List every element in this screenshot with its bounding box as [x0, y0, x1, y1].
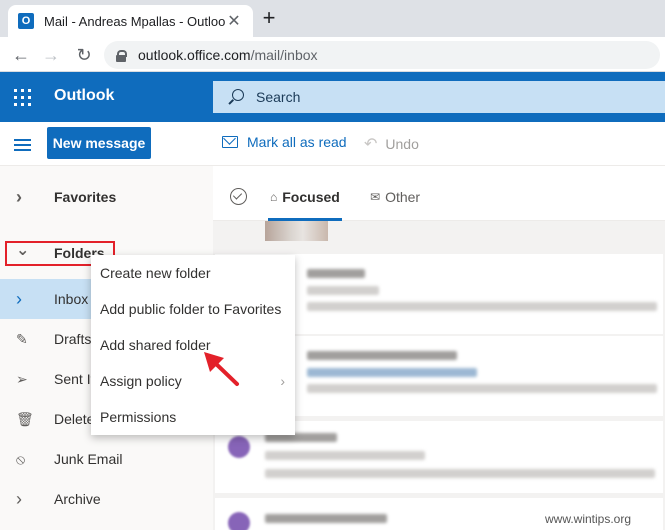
nav-junk[interactable]: ⦸ Junk Email — [0, 439, 213, 479]
close-tab-icon[interactable]: ✕ — [225, 11, 243, 31]
nav-sent-label: Sent It — [54, 371, 95, 387]
select-all-check-icon[interactable] — [230, 188, 247, 205]
search-input[interactable]: Search — [213, 81, 665, 113]
watermark: www.wintips.org — [545, 512, 632, 526]
undo-label: Undo — [385, 136, 419, 152]
address-bar-row: ← → ↻ outlook.office.com/mail/inbox — [0, 37, 665, 72]
nav-favorites[interactable]: › Favorites — [0, 177, 213, 217]
menu-item-add-shared-folder[interactable]: Add shared folder — [91, 327, 295, 363]
nav-archive-label: Archive — [54, 491, 101, 507]
lock-icon — [116, 49, 127, 62]
mark-all-read-label: Mark all as read — [247, 134, 347, 150]
chevron-right-icon: › — [16, 488, 22, 509]
tab-other[interactable]: ✉ Other — [370, 189, 420, 205]
new-message-button[interactable]: New message — [47, 127, 151, 159]
undo-icon: ↶ — [364, 136, 378, 153]
url-field[interactable]: outlook.office.com/mail/inbox — [104, 41, 660, 69]
new-tab-icon[interactable]: + — [258, 7, 280, 29]
undo-button[interactable]: ↶ Undo — [364, 134, 419, 154]
message-thumbnail — [265, 221, 328, 241]
nav-archive[interactable]: › Archive — [0, 479, 213, 519]
nav-favorites-label: Favorites — [54, 189, 117, 205]
send-icon: ➢ — [16, 370, 28, 387]
browser-tab[interactable]: O Mail - Andreas Mpallas - Outlook ✕ — [8, 5, 253, 37]
nav-junk-label: Junk Email — [54, 451, 123, 467]
forward-arrow-icon[interactable]: → — [40, 44, 62, 66]
envelope-icon: ✉ — [370, 190, 381, 204]
outlook-header: Outlook Search — [0, 72, 665, 122]
tab-title: Mail - Andreas Mpallas - Outlook — [44, 13, 225, 29]
hamburger-menu-icon[interactable] — [14, 139, 31, 151]
red-arrow-annotation — [204, 352, 239, 386]
envelope-open-icon — [222, 136, 238, 148]
browser-tab-strip: O Mail - Andreas Mpallas - Outlook ✕ + — [0, 0, 665, 37]
url-text: outlook.office.com/mail/inbox — [138, 47, 318, 63]
tab-focused[interactable]: ⌂ Focused — [270, 189, 340, 205]
blocked-icon: ⦸ — [16, 450, 26, 467]
app-launcher-icon[interactable] — [14, 89, 31, 106]
folders-context-menu: Create new folder Add public folder to F… — [91, 255, 295, 435]
tab-other-label: Other — [385, 189, 421, 205]
tab-focused-label: Focused — [282, 189, 340, 205]
search-icon — [227, 88, 245, 106]
chevron-right-icon: › — [16, 288, 22, 309]
menu-item-assign-policy[interactable]: Assign policy › — [91, 363, 295, 399]
focused-icon: ⌂ — [270, 190, 278, 204]
nav-inbox-label: Inbox — [54, 291, 89, 307]
menu-item-create-new-folder[interactable]: Create new folder — [91, 255, 295, 291]
search-placeholder: Search — [256, 89, 301, 105]
mark-all-read-button[interactable]: Mark all as read — [222, 134, 347, 150]
command-bar: New message Mark all as read ↶ Undo — [0, 122, 665, 166]
pencil-icon: ✎ — [16, 330, 28, 347]
assign-policy-label: Assign policy — [100, 373, 182, 389]
chevron-right-icon: › — [16, 186, 22, 207]
chevron-right-icon: › — [280, 373, 285, 389]
trash-icon: 🗑 — [16, 410, 34, 427]
inbox-pivots: ⌂ Focused ✉ Other — [213, 166, 665, 221]
reload-icon[interactable]: ↻ — [73, 44, 95, 66]
outlook-brand[interactable]: Outlook — [54, 87, 114, 105]
nav-drafts-label: Drafts — [54, 331, 92, 347]
menu-item-permissions[interactable]: Permissions — [91, 399, 295, 435]
back-arrow-icon[interactable]: ← — [10, 44, 32, 66]
outlook-favicon-icon: O — [18, 13, 34, 29]
nav-deleted-label: Delete — [54, 411, 95, 427]
menu-item-add-public-folder[interactable]: Add public folder to Favorites — [91, 291, 295, 327]
